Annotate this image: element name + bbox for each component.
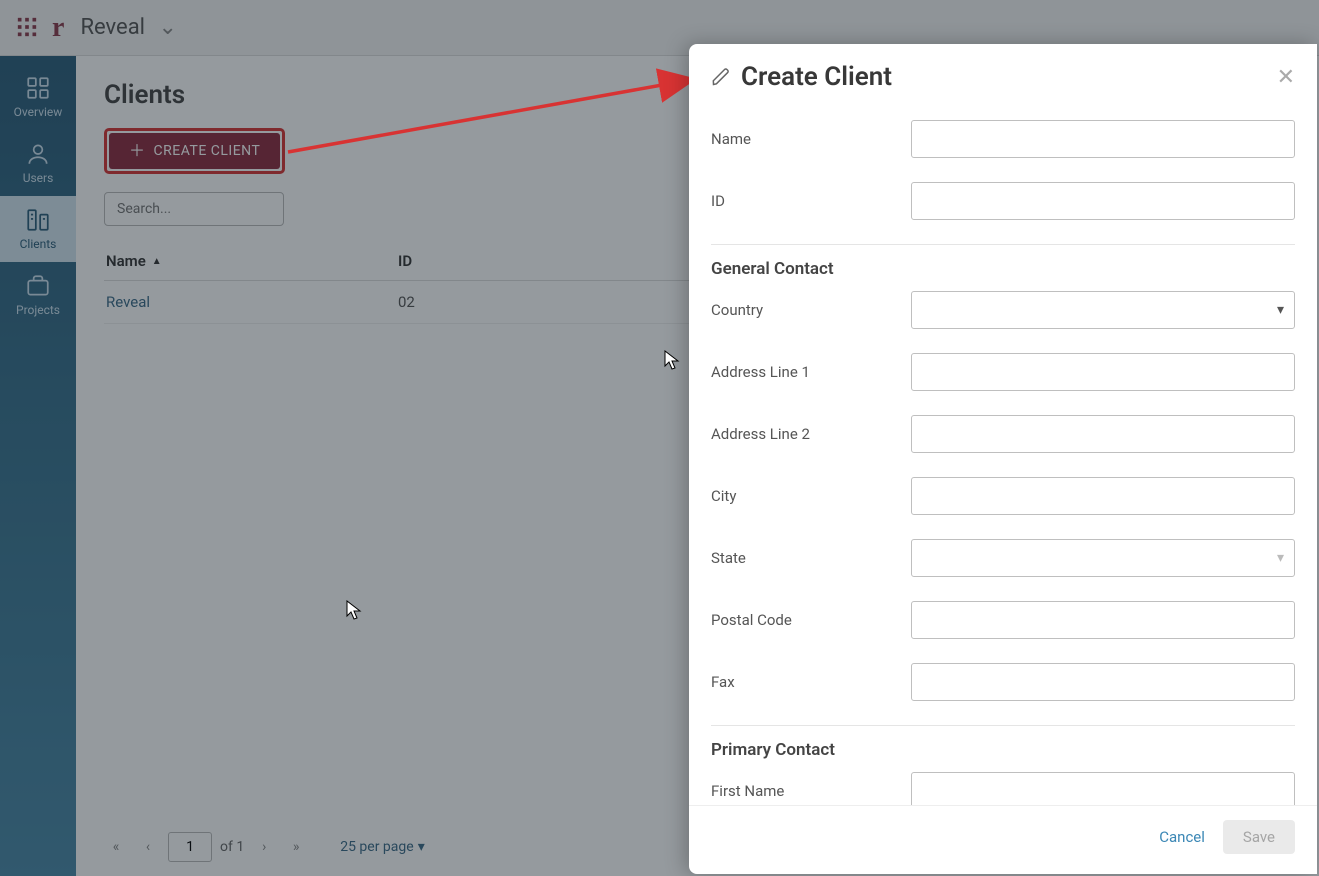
label-name: Name <box>711 130 911 148</box>
label-state: State <box>711 549 911 567</box>
label-fax: Fax <box>711 673 911 691</box>
create-client-modal: Create Client ✕ Name ID General Contact … <box>689 44 1317 874</box>
input-name[interactable] <box>911 120 1295 158</box>
label-first-name: First Name <box>711 782 911 800</box>
modal-footer: Cancel Save <box>689 805 1317 874</box>
label-address1: Address Line 1 <box>711 363 911 381</box>
cancel-button[interactable]: Cancel <box>1159 828 1205 846</box>
input-city[interactable] <box>911 477 1295 515</box>
close-icon[interactable]: ✕ <box>1277 65 1295 90</box>
caret-down-icon: ▾ <box>1277 302 1284 318</box>
input-address2[interactable] <box>911 415 1295 453</box>
label-city: City <box>711 487 911 505</box>
section-general-contact: General Contact <box>711 259 1295 279</box>
save-button[interactable]: Save <box>1223 820 1295 854</box>
input-address1[interactable] <box>911 353 1295 391</box>
modal-title: Create Client <box>741 62 892 92</box>
divider <box>711 244 1295 245</box>
label-address2: Address Line 2 <box>711 425 911 443</box>
pencil-icon <box>711 67 731 87</box>
input-fax[interactable] <box>911 663 1295 701</box>
label-postal: Postal Code <box>711 611 911 629</box>
section-primary-contact: Primary Contact <box>711 740 1295 760</box>
modal-header: Create Client ✕ <box>689 44 1317 104</box>
divider <box>711 725 1295 726</box>
input-id[interactable] <box>911 182 1295 220</box>
input-first-name[interactable] <box>911 772 1295 805</box>
input-postal[interactable] <box>911 601 1295 639</box>
modal-body: Name ID General Contact Country ▾ Addres… <box>689 104 1317 805</box>
select-country[interactable]: ▾ <box>911 291 1295 329</box>
label-country: Country <box>711 301 911 319</box>
select-state[interactable]: ▾ <box>911 539 1295 577</box>
label-id: ID <box>711 192 911 210</box>
caret-down-icon: ▾ <box>1277 550 1284 566</box>
